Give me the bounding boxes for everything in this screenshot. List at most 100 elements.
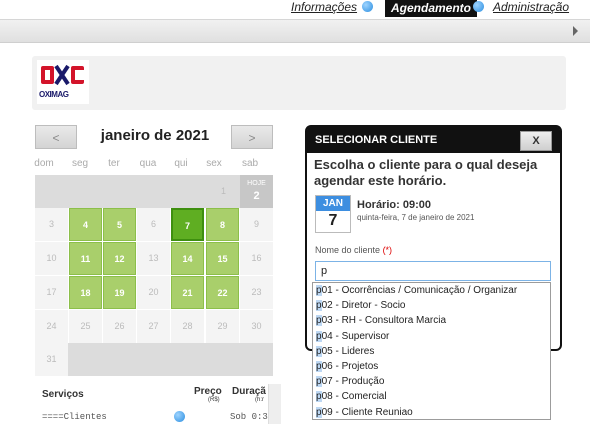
weekday-seg: seg <box>71 158 89 169</box>
top-navigation: Informações Agendamento Administração <box>0 0 590 18</box>
calendar-day-11[interactable]: 11 <box>69 242 102 275</box>
option-text: 04 - Supervisor <box>321 330 390 342</box>
next-month-button[interactable]: > <box>231 125 273 149</box>
option-text: 07 - Produção <box>321 376 385 388</box>
dialog-title: SELECIONAR CLIENTE <box>315 134 438 146</box>
option-text: 05 - Lideres <box>321 345 375 357</box>
service-duration: Sob 0:3 <box>230 412 268 422</box>
option-text: 01 - Ocorrências / Comunicação / Organiz… <box>321 285 518 296</box>
month-title: janeiro de 2021 <box>100 127 210 144</box>
client-autocomplete-list: p01 - Ocorrências / Comunicação / Organi… <box>312 282 551 420</box>
calendar-day-25: 25 <box>69 310 102 343</box>
col-duracao: Duraçã <box>232 386 266 397</box>
calendar-day-7-selected[interactable]: 7 <box>171 208 204 241</box>
calendar-day-18[interactable]: 18 <box>69 276 102 309</box>
dialog-header: SELECIONAR CLIENTE X <box>307 127 560 153</box>
calendar-day-5[interactable]: 5 <box>103 208 136 241</box>
nav-agendamento-tab[interactable]: Agendamento <box>385 0 478 17</box>
calendar-day-13: 13 <box>137 242 170 275</box>
services-table-header: Serviços Preço (R$) Duraçã (h:r <box>35 384 280 404</box>
col-duracao-unit: (h:r <box>255 397 264 403</box>
weekday-qui: qui <box>174 158 188 169</box>
close-button[interactable]: X <box>520 131 552 151</box>
list-item[interactable]: p07 - Produção <box>313 374 550 389</box>
service-name: ====Clientes <box>42 412 107 422</box>
option-text: 09 - Cliente Reuniao <box>321 406 413 418</box>
info-icon[interactable] <box>174 411 185 422</box>
calendar-day-22[interactable]: 22 <box>206 276 239 309</box>
date-badge-month: JAN <box>316 196 350 211</box>
calendar-day-15[interactable]: 15 <box>206 242 239 275</box>
calendar-day-1: 1 <box>207 175 240 208</box>
list-item[interactable]: p05 - Lideres <box>313 344 550 359</box>
today-day-number: 2 <box>253 190 260 202</box>
chevron-right-icon[interactable] <box>573 26 578 36</box>
calendar-day-21[interactable]: 21 <box>171 276 204 309</box>
weekday-ter: ter <box>108 158 120 169</box>
logo-text: OXIMAG <box>39 90 69 99</box>
toolbar <box>0 19 590 43</box>
calendar-day-12[interactable]: 12 <box>103 242 136 275</box>
col-servicos: Serviços <box>42 389 84 400</box>
weekday-sex: sex <box>206 158 222 169</box>
info-icon[interactable] <box>362 1 373 12</box>
prev-month-button[interactable]: < <box>35 125 77 149</box>
calendar-day-17: 17 <box>35 276 68 309</box>
list-item[interactable]: p03 - RH - Consultora Marcia <box>313 313 550 328</box>
list-item[interactable]: p09 - Cliente Reuniao <box>313 405 550 420</box>
required-marker: (*) <box>382 245 393 255</box>
calendar-day-26: 26 <box>103 310 136 343</box>
list-item[interactable]: p01 - Ocorrências / Comunicação / Organi… <box>313 283 550 298</box>
calendar-day-28: 28 <box>171 310 204 343</box>
calendar-day-today[interactable]: HOJE 2 <box>240 175 273 208</box>
option-text: 08 - Comercial <box>321 391 387 403</box>
option-text: 02 - Diretor - Socio <box>321 300 406 312</box>
calendar-day-3: 3 <box>35 208 68 241</box>
client-name-label: Nome do cliente (*) <box>315 245 392 255</box>
col-preco-unit: (R$) <box>208 397 220 403</box>
calendar-day-30: 30 <box>240 310 273 343</box>
info-icon[interactable] <box>473 1 484 12</box>
list-item[interactable]: p06 - Projetos <box>313 359 550 374</box>
calendar-empty-cells <box>68 343 273 376</box>
table-row[interactable]: ====Clientes Sob 0:3 <box>35 410 280 424</box>
calendar-date-icon: JAN 7 <box>315 195 351 233</box>
calendar-day-27: 27 <box>137 310 170 343</box>
calendar-day-10: 10 <box>35 242 68 275</box>
calendar-day-4[interactable]: 4 <box>69 208 102 241</box>
nav-informacoes-link[interactable]: Informações <box>291 0 357 14</box>
oximag-logo: OXIMAG <box>37 60 89 104</box>
calendar-day-23: 23 <box>240 276 273 309</box>
dialog-prompt: Escolha o cliente para o qual deseja age… <box>314 157 538 188</box>
col-preco: Preço <box>194 386 222 397</box>
calendar-header: < janeiro de 2021 > <box>35 125 273 150</box>
option-text: 06 - Projetos <box>321 360 379 372</box>
calendar-day-20: 20 <box>137 276 170 309</box>
list-item[interactable]: p08 - Comercial <box>313 389 550 404</box>
today-label: HOJE <box>247 180 266 187</box>
calendar-empty-cells <box>35 175 207 208</box>
calendar-day-8[interactable]: 8 <box>206 208 239 241</box>
calendar-day-9: 9 <box>240 208 273 241</box>
calendar-day-19[interactable]: 19 <box>103 276 136 309</box>
calendar-day-29: 29 <box>206 310 239 343</box>
header-banner: OXIMAG <box>32 56 566 110</box>
list-item[interactable]: p04 - Supervisor <box>313 329 550 344</box>
date-badge-day: 7 <box>328 212 338 229</box>
list-item[interactable]: p02 - Diretor - Socio <box>313 298 550 313</box>
calendar-day-31: 31 <box>35 343 68 376</box>
calendar-day-16: 16 <box>240 242 273 275</box>
option-text: 03 - RH - Consultora Marcia <box>321 315 447 327</box>
calendar-day-6: 6 <box>137 208 170 241</box>
client-name-input[interactable]: p <box>315 261 551 281</box>
appointment-date: quinta-feira, 7 de janeiro de 2021 <box>357 213 475 222</box>
nav-administracao-link[interactable]: Administração <box>493 0 569 14</box>
appointment-time: Horário: 09:00 <box>357 199 431 211</box>
weekday-sab: sab <box>241 158 259 169</box>
client-name-label-text: Nome do cliente <box>315 245 381 255</box>
calendar-day-24: 24 <box>35 310 68 343</box>
calendar-day-14[interactable]: 14 <box>171 242 204 275</box>
weekday-dom: dom <box>34 158 54 169</box>
weekday-qua: qua <box>139 158 157 169</box>
logo-mark-icon <box>41 64 84 86</box>
